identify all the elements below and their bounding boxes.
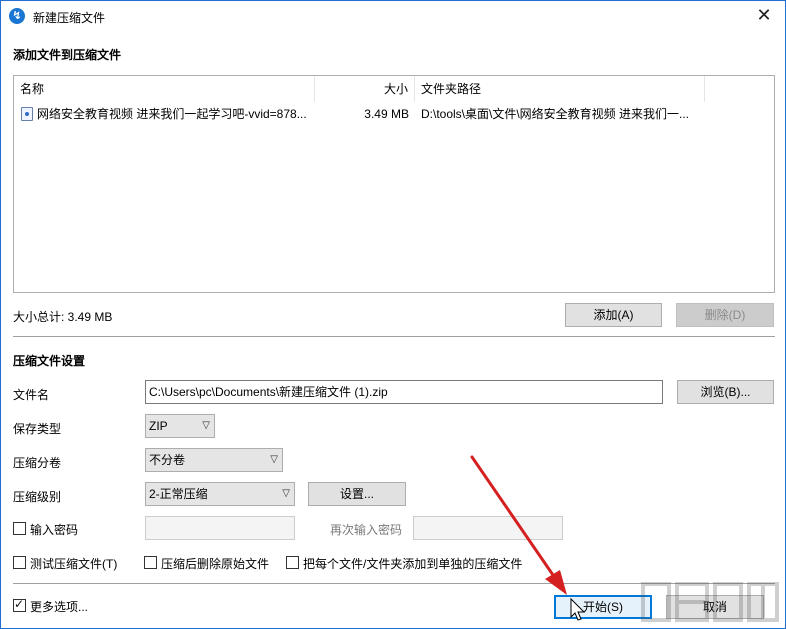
save-type-label: 保存类型 bbox=[13, 422, 62, 436]
split-select[interactable]: 不分卷 ▽ bbox=[145, 448, 283, 472]
password-label: 输入密码 bbox=[30, 523, 79, 537]
total-size-label: 大小总计: 3.49 MB bbox=[13, 310, 113, 324]
delete-after-label: 压缩后删除原始文件 bbox=[161, 557, 270, 571]
save-type-select[interactable]: ZIP ▽ bbox=[145, 414, 215, 438]
delete-button[interactable]: 删除(D) bbox=[676, 303, 774, 327]
split-label: 压缩分卷 bbox=[13, 456, 62, 470]
file-path-cell: D:\tools\桌面\文件\网络安全教育视频 进来我们一... bbox=[421, 107, 690, 121]
password-input[interactable] bbox=[145, 516, 295, 540]
filename-input[interactable]: C:\Users\pc\Documents\新建压缩文件 (1).zip bbox=[145, 380, 663, 404]
more-options-label[interactable]: 更多选项... bbox=[30, 598, 88, 615]
chevron-down-icon: ▽ bbox=[282, 488, 290, 499]
password-checkbox[interactable] bbox=[13, 522, 26, 535]
level-value: 2-正常压缩 bbox=[149, 487, 208, 501]
section-divider bbox=[13, 336, 775, 337]
password-repeat-input[interactable] bbox=[413, 516, 563, 540]
add-button[interactable]: 添加(A) bbox=[565, 303, 662, 327]
file-name-cell: 网络安全教育视频 进来我们一起学习吧-vvid=878... bbox=[37, 107, 307, 121]
separate-archives-checkbox[interactable] bbox=[286, 556, 299, 569]
video-file-icon bbox=[21, 107, 33, 121]
level-settings-button[interactable]: 设置... bbox=[308, 482, 406, 506]
settings-section-title: 压缩文件设置 bbox=[13, 354, 86, 368]
watermark-logo bbox=[641, 582, 779, 622]
new-archive-dialog: ↯ 新建压缩文件 ✕ 添加文件到压缩文件 名称 大小 文件夹路径 网络安全教育视… bbox=[0, 0, 786, 629]
add-section-title: 添加文件到压缩文件 bbox=[13, 48, 122, 62]
window-title: 新建压缩文件 bbox=[33, 11, 106, 25]
save-type-value: ZIP bbox=[149, 419, 168, 433]
test-archive-label: 测试压缩文件(T) bbox=[30, 557, 118, 571]
filename-label: 文件名 bbox=[13, 388, 50, 402]
separate-archives-label: 把每个文件/文件夹添加到单独的压缩文件 bbox=[303, 557, 523, 571]
password-repeat-label: 再次输入密码 bbox=[330, 523, 403, 537]
split-value: 不分卷 bbox=[149, 453, 186, 467]
more-options-checkbox[interactable] bbox=[13, 597, 26, 612]
title-bar: ↯ 新建压缩文件 ✕ bbox=[1, 1, 785, 31]
delete-after-checkbox[interactable] bbox=[144, 556, 157, 569]
file-size-cell: 3.49 MB bbox=[364, 107, 409, 121]
level-select[interactable]: 2-正常压缩 ▽ bbox=[145, 482, 295, 506]
level-label: 压缩级别 bbox=[13, 490, 62, 504]
column-header-size[interactable]: 大小 bbox=[315, 76, 415, 102]
chevron-down-icon: ▽ bbox=[270, 454, 278, 465]
column-header-path[interactable]: 文件夹路径 bbox=[415, 76, 705, 102]
test-archive-checkbox[interactable] bbox=[13, 556, 26, 569]
column-header-name[interactable]: 名称 bbox=[14, 76, 315, 102]
start-button[interactable]: 开始(S) bbox=[554, 595, 652, 619]
file-list[interactable]: 名称 大小 文件夹路径 网络安全教育视频 进来我们一起学习吧-vvid=878.… bbox=[13, 75, 775, 293]
app-logo-icon: ↯ bbox=[9, 8, 25, 24]
close-button[interactable]: ✕ bbox=[747, 3, 781, 29]
chevron-down-icon: ▽ bbox=[202, 420, 210, 431]
browse-button[interactable]: 浏览(B)... bbox=[677, 380, 774, 404]
